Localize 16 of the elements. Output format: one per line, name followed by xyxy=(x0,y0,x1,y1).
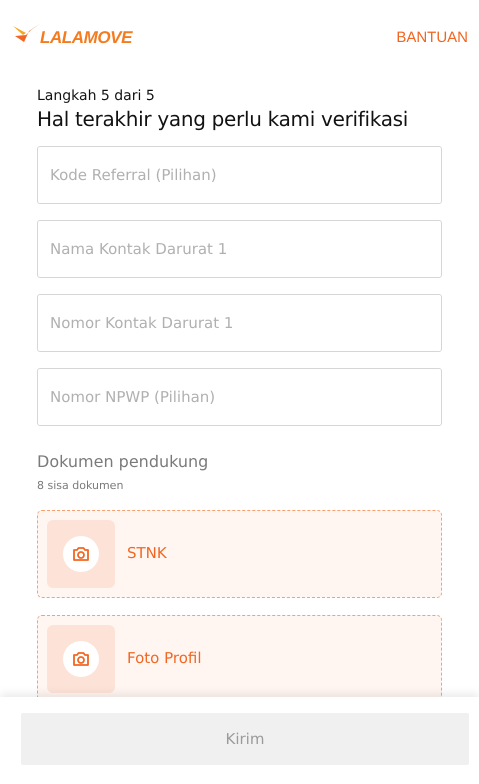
input-field[interactable]: Nomor NPWP (Pilihan) xyxy=(37,368,442,426)
camera-icon xyxy=(72,650,90,666)
camera-icon xyxy=(72,546,90,562)
document-label: Foto Profil xyxy=(127,648,202,670)
upload-card[interactable]: STNK xyxy=(37,510,442,598)
step-label: Langkah 5 dari 5 xyxy=(37,87,156,105)
document-label: STNK xyxy=(127,543,167,564)
input-field[interactable]: Nomor Kontak Darurat 1 xyxy=(37,294,442,352)
page-title: Hal terakhir yang perlu kami verifikasi xyxy=(37,106,410,133)
documents-remaining: 8 sisa dokumen xyxy=(37,478,124,494)
input-field[interactable]: Nama Kontak Darurat 1 xyxy=(37,220,442,278)
help-link[interactable]: BANTUAN xyxy=(396,26,468,50)
upload-card[interactable]: Foto Profil xyxy=(37,614,442,697)
input-field[interactable]: Kode Referral (Pilihan) xyxy=(37,146,442,204)
logo-text: LALAMOVE xyxy=(40,27,132,50)
documents-heading: Dokumen pendukung xyxy=(37,451,210,473)
